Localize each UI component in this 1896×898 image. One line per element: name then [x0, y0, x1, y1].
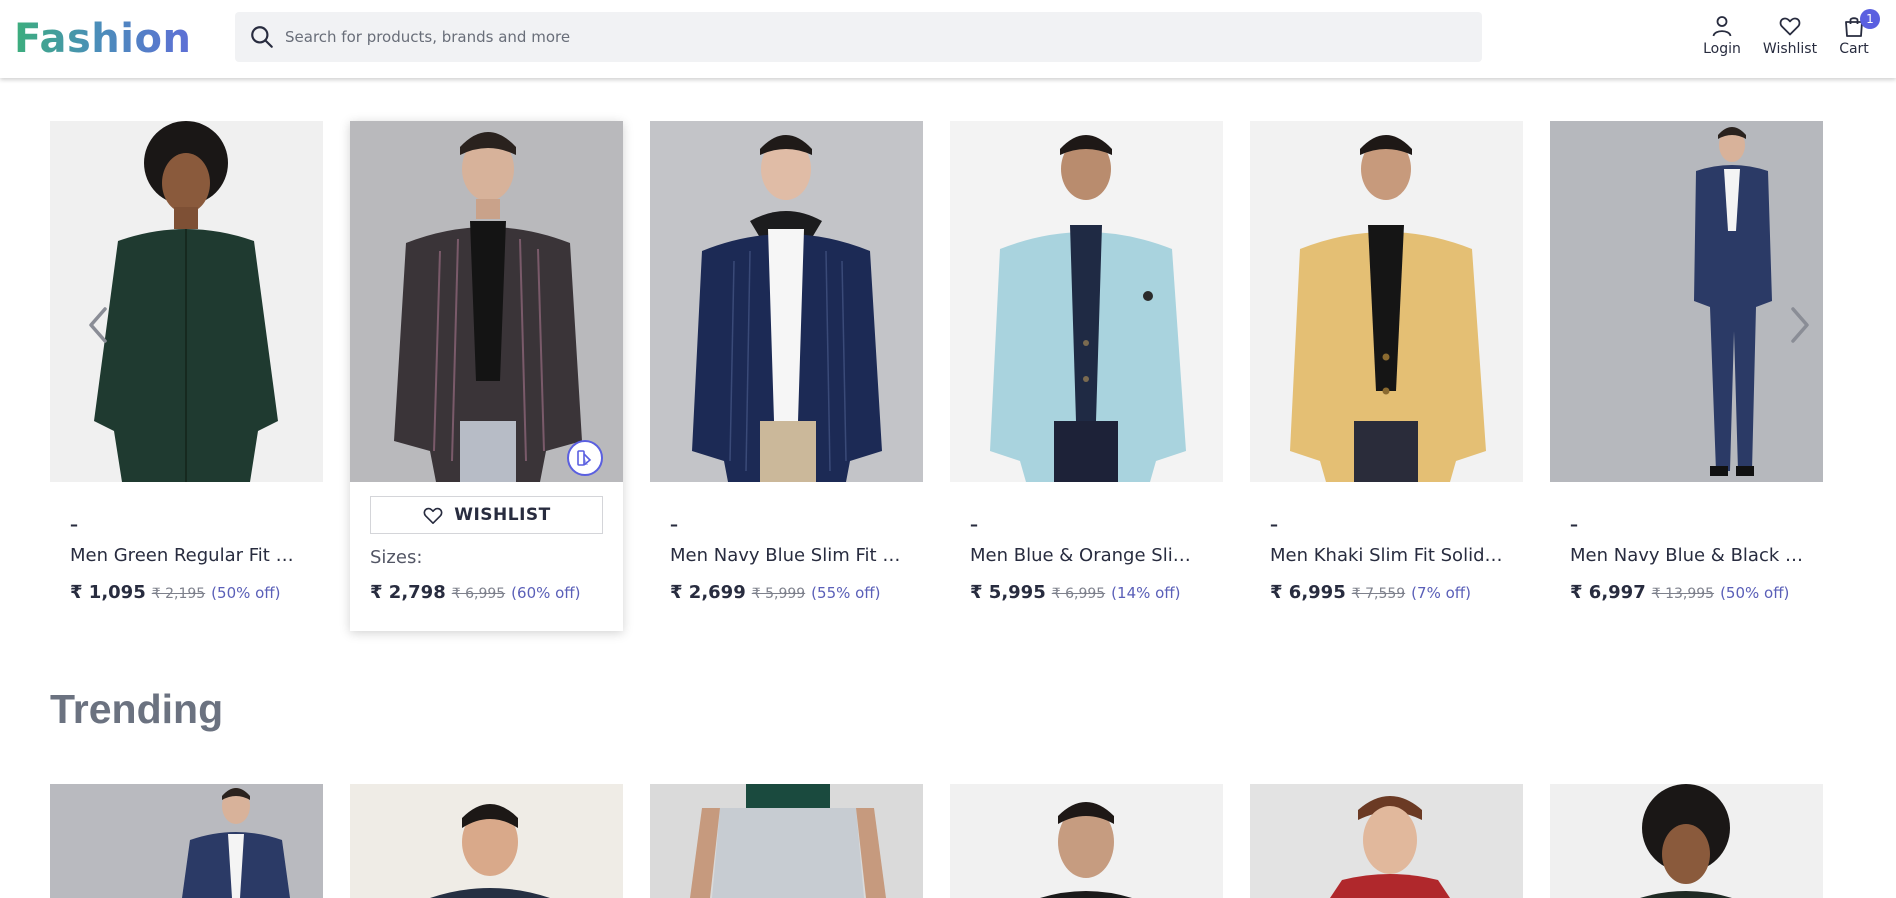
login-button[interactable]: Login [1700, 14, 1744, 57]
add-to-wishlist-button[interactable]: WISHLIST [370, 496, 603, 534]
price-row: ₹ 6,995 ₹ 7,559 (7% off) [1270, 582, 1503, 603]
product-card[interactable]: – Men Navy Blue Slim Fit St... ₹ 2,699 ₹… [650, 121, 923, 603]
trending-product-image[interactable] [650, 784, 923, 898]
product-discount: (55% off) [811, 584, 881, 602]
price-row: ₹ 6,997 ₹ 13,995 (50% off) [1570, 582, 1803, 603]
product-card[interactable]: – Men Khaki Slim Fit Solid S... ₹ 6,995 … [1250, 121, 1523, 603]
wishlist-label: Wishlist [1762, 41, 1818, 57]
top-header: Fashion Login Wishlist 1 Cart [0, 0, 1896, 78]
product-card[interactable]: – Men Blue & Orange Slim F... ₹ 5,995 ₹ … [950, 121, 1223, 603]
carousel-prev-arrow-icon[interactable] [83, 305, 113, 345]
product-discount: (14% off) [1111, 584, 1181, 602]
carousel-next-arrow-icon[interactable] [1785, 305, 1815, 345]
user-icon [1712, 16, 1732, 37]
trending-section-title: Trending [50, 686, 224, 732]
product-name: Men Khaki Slim Fit Solid S... [1270, 545, 1503, 566]
product-mrp: ₹ 2,195 [151, 586, 206, 602]
search-icon [251, 26, 273, 48]
product-photo-green-shirt [50, 121, 323, 482]
price-row: ₹ 1,095 ₹ 2,195 (50% off) [70, 582, 303, 603]
product-discount: (60% off) [511, 584, 581, 602]
price-row: ₹ 5,995 ₹ 6,995 (14% off) [970, 582, 1203, 603]
product-price: ₹ 6,997 [1570, 582, 1646, 603]
cart-label: Cart [1839, 41, 1869, 57]
product-name: Men Navy Blue Slim Fit St... [670, 545, 903, 566]
brand-logo[interactable]: Fashion [14, 16, 191, 62]
product-photo-navy-blazer [650, 121, 923, 482]
product-brand: – [1270, 515, 1278, 534]
heart-icon [1779, 17, 1801, 36]
product-photo-navy-suit [1550, 121, 1823, 482]
product-name: Men Green Regular Fit Sol... [70, 545, 303, 566]
heart-icon [423, 507, 443, 524]
product-discount: (50% off) [211, 584, 281, 602]
product-card[interactable]: – Men Navy Blue & Black Sli... ₹ 6,997 ₹… [1550, 121, 1823, 603]
product-mrp: ₹ 13,995 [1651, 586, 1715, 602]
product-brand: – [1570, 515, 1578, 534]
product-card-hovered[interactable]: WISHLIST Sizes: ₹ 2,798 ₹ 6,995 (60% off… [350, 121, 623, 631]
product-name: Men Navy Blue & Black Sli... [1570, 545, 1803, 566]
product-mrp: ₹ 6,995 [451, 586, 506, 602]
wishlist-button[interactable]: Wishlist [1762, 14, 1818, 57]
product-card[interactable]: – Men Green Regular Fit Sol... ₹ 1,095 ₹… [50, 121, 323, 603]
product-photo-striped-blazer [350, 121, 623, 482]
product-photo-khaki-blazer [1250, 121, 1523, 482]
trending-product-image[interactable] [350, 784, 623, 898]
product-image[interactable] [950, 121, 1223, 482]
cart-count-badge: 1 [1860, 9, 1880, 29]
product-price: ₹ 6,995 [1270, 582, 1346, 603]
product-price: ₹ 2,798 [370, 582, 446, 603]
trending-product-image[interactable] [950, 784, 1223, 898]
sizes-label: Sizes: [370, 547, 423, 568]
product-brand: – [670, 515, 678, 534]
product-image[interactable] [1550, 121, 1823, 482]
product-brand: – [70, 515, 78, 534]
product-image[interactable] [650, 121, 923, 482]
product-discount: (7% off) [1411, 584, 1471, 602]
login-label: Login [1703, 41, 1741, 57]
product-image[interactable] [1250, 121, 1523, 482]
trending-product-image[interactable] [1550, 784, 1823, 898]
product-discount: (50% off) [1720, 584, 1790, 602]
product-price: ₹ 1,095 [70, 582, 146, 603]
price-row: ₹ 2,798 ₹ 6,995 (60% off) [370, 582, 603, 603]
product-mrp: ₹ 7,559 [1351, 586, 1406, 602]
product-price: ₹ 5,995 [970, 582, 1046, 603]
product-photo-light-blue-blazer [950, 121, 1223, 482]
product-image[interactable] [50, 121, 323, 482]
search-input[interactable] [285, 28, 1435, 46]
product-price: ₹ 2,699 [670, 582, 746, 603]
product-mrp: ₹ 6,995 [1051, 586, 1106, 602]
product-image[interactable] [350, 121, 623, 482]
trending-carousel [50, 784, 1825, 898]
product-carousel: – Men Green Regular Fit Sol... ₹ 1,095 ₹… [50, 121, 1825, 631]
view-similar-icon[interactable] [567, 440, 603, 476]
product-name: Men Blue & Orange Slim F... [970, 545, 1203, 566]
price-row: ₹ 2,699 ₹ 5,999 (55% off) [670, 582, 903, 603]
wishlist-button-label: WISHLIST [454, 505, 551, 525]
search-bar[interactable] [235, 12, 1482, 62]
product-brand: – [970, 515, 978, 534]
trending-product-image[interactable] [50, 784, 323, 898]
product-mrp: ₹ 5,999 [751, 586, 806, 602]
cart-button[interactable]: 1 Cart [1838, 9, 1880, 57]
trending-product-image[interactable] [1250, 784, 1523, 898]
